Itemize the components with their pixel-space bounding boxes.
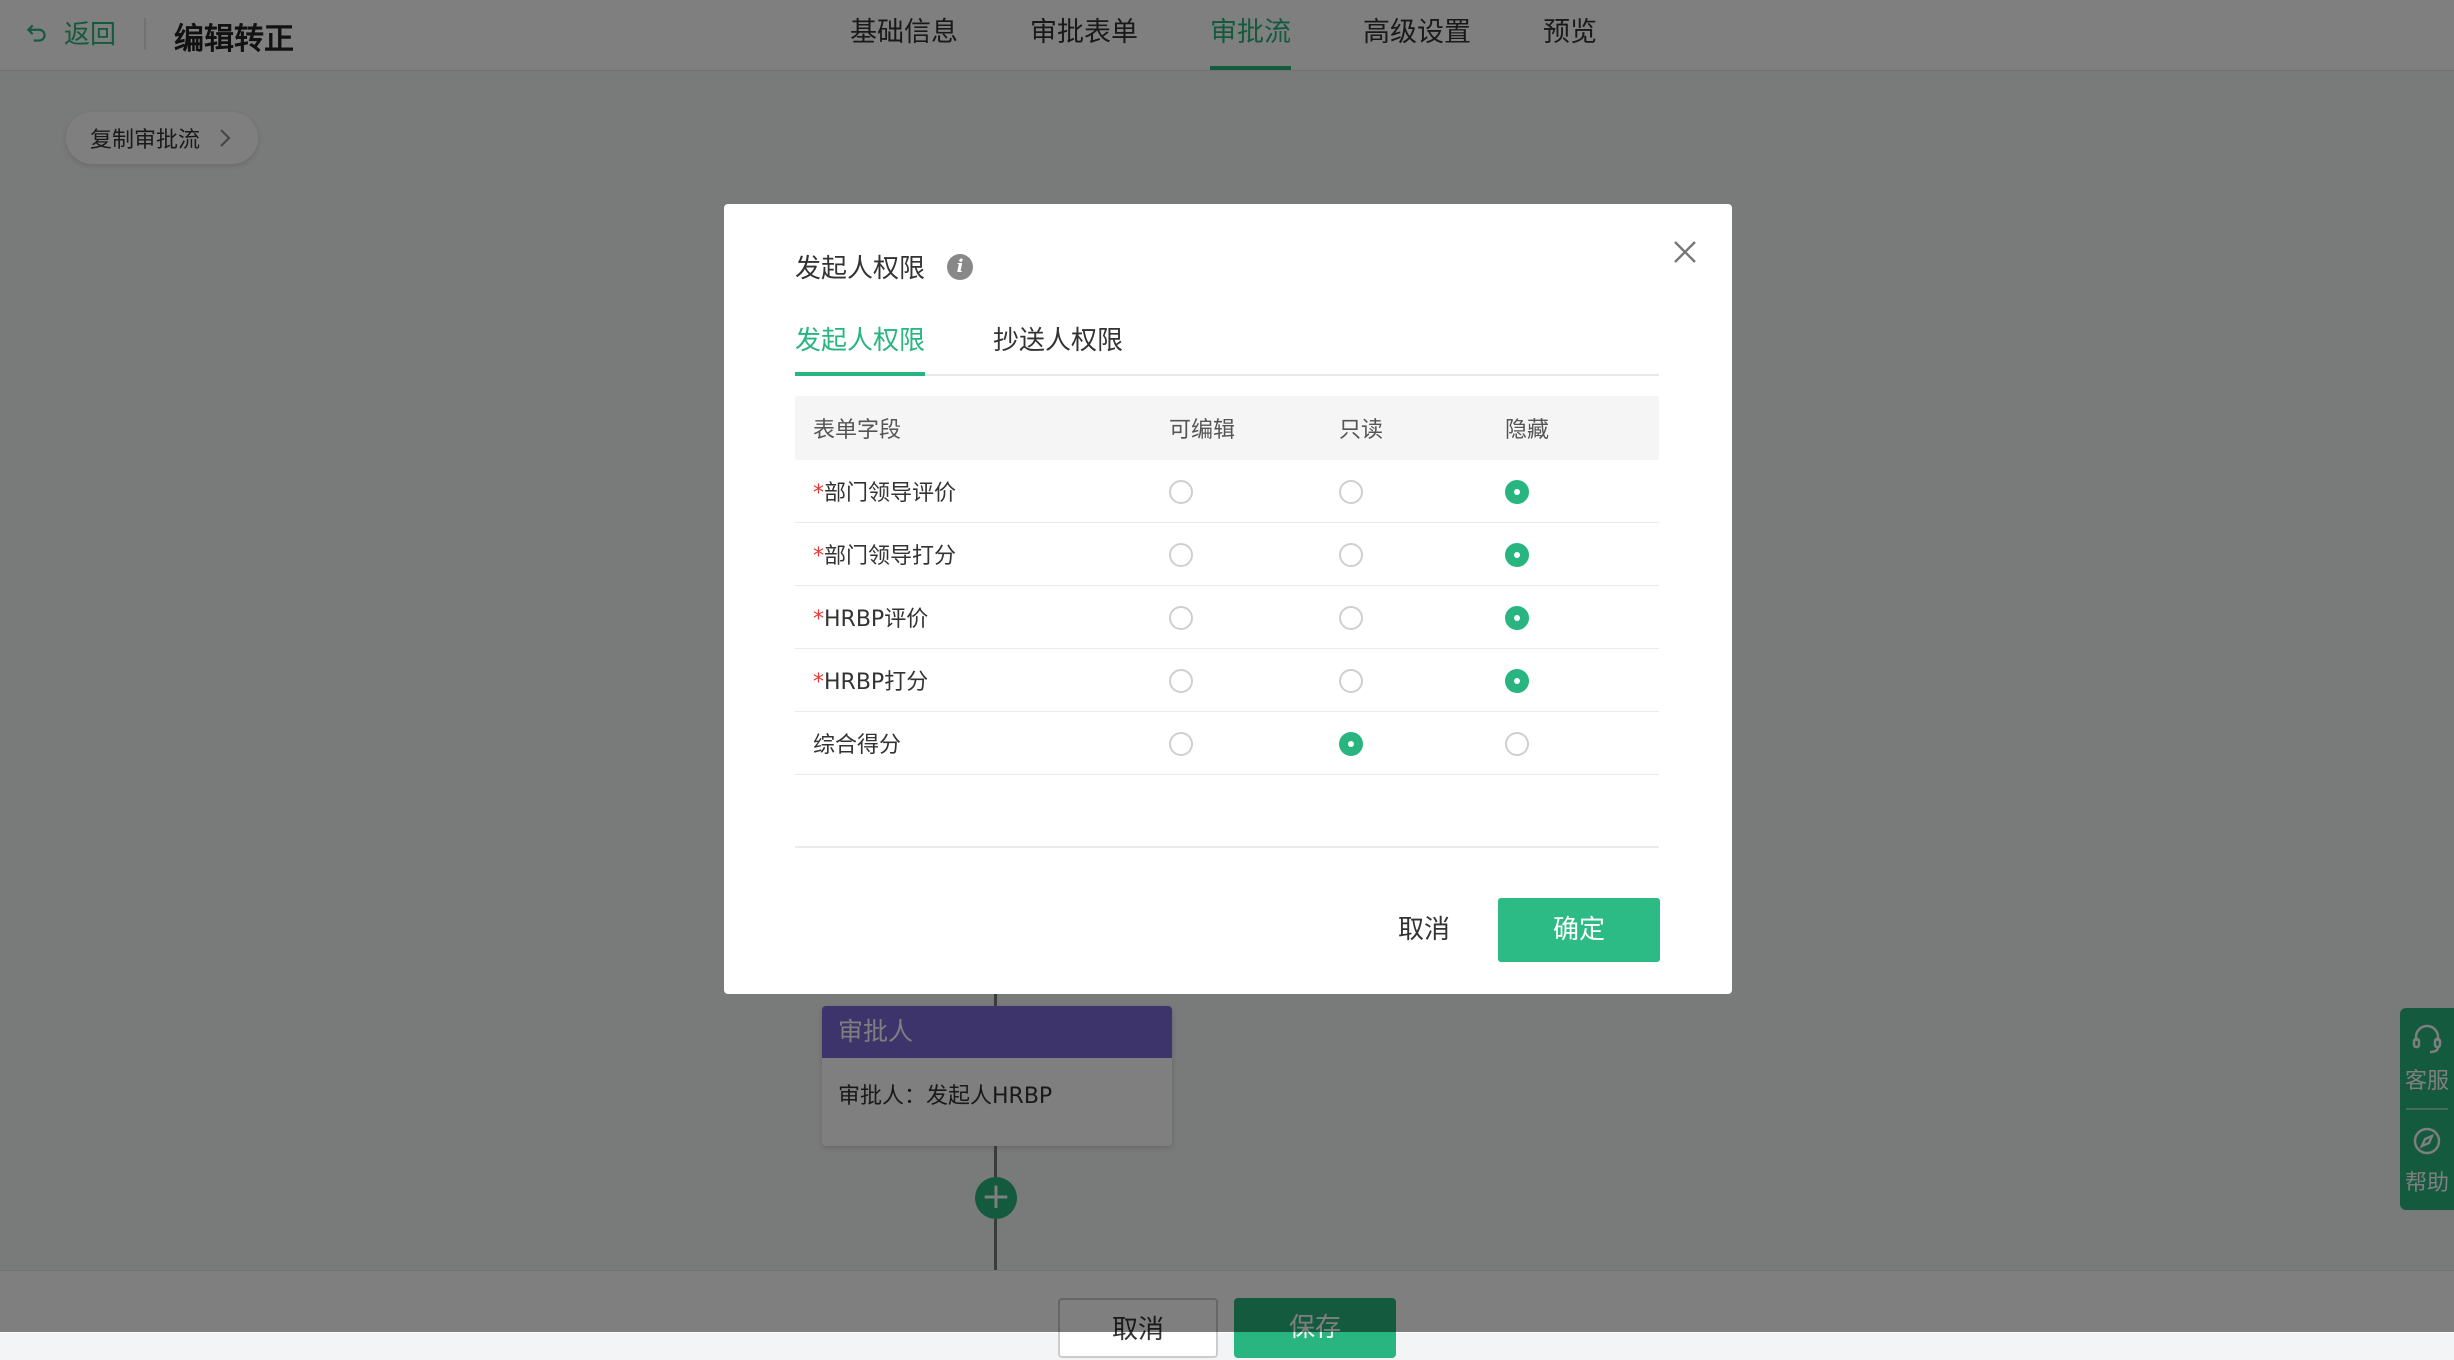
hidden-radio[interactable]	[1505, 542, 1529, 567]
header-field: 表单字段	[813, 418, 902, 443]
editable-radio[interactable]	[1169, 731, 1193, 756]
hidden-cell	[1493, 605, 1659, 630]
editable-cell	[1157, 542, 1327, 567]
table-row: *HRBP评价	[795, 586, 1659, 649]
dialog-confirm-button[interactable]: 确定	[1498, 898, 1660, 962]
field-label: 综合得分	[813, 733, 902, 758]
editable-radio[interactable]	[1169, 542, 1193, 567]
info-icon[interactable]: i	[947, 253, 974, 280]
editable-radio[interactable]	[1169, 605, 1193, 630]
hidden-cell	[1493, 542, 1659, 567]
hidden-radio[interactable]	[1505, 605, 1529, 630]
field-label: 部门领导评价	[824, 481, 957, 506]
dialog-tabs: 发起人权限 抄送人权限	[795, 314, 1659, 376]
dialog-title: 发起人权限 i	[795, 248, 974, 285]
hidden-cell	[1493, 731, 1659, 756]
readonly-radio[interactable]	[1339, 542, 1363, 567]
hidden-radio[interactable]	[1505, 668, 1529, 693]
hidden-radio[interactable]	[1505, 479, 1529, 504]
permission-table: 表单字段 可编辑 只读 隐藏 *部门领导评价 *部门领导打分 *HRBP评价 *HRB…	[795, 396, 1659, 775]
hidden-cell	[1493, 668, 1659, 693]
field-label: 部门领导打分	[824, 544, 957, 569]
dialog-cancel-button[interactable]: 取消	[1354, 898, 1494, 962]
field-label: HRBP打分	[824, 670, 929, 695]
editable-cell	[1157, 605, 1327, 630]
table-header: 表单字段 可编辑 只读 隐藏	[795, 396, 1659, 460]
field-name: *HRBP评价	[795, 601, 1157, 633]
permission-dialog: 发起人权限 i 发起人权限 抄送人权限 表单字段 可编辑 只读 隐藏 *部门领导…	[724, 204, 1732, 994]
table-row: *HRBP打分	[795, 649, 1659, 712]
field-name: *部门领导打分	[795, 538, 1157, 570]
editable-cell	[1157, 731, 1327, 756]
header-hidden: 隐藏	[1505, 418, 1550, 443]
readonly-radio[interactable]	[1339, 605, 1363, 630]
editable-cell	[1157, 479, 1327, 504]
readonly-radio[interactable]	[1339, 479, 1363, 504]
table-row: 综合得分	[795, 712, 1659, 775]
editable-radio[interactable]	[1169, 479, 1193, 504]
required-mark: *	[813, 670, 824, 695]
header-readonly: 只读	[1339, 418, 1384, 443]
readonly-cell	[1327, 668, 1493, 693]
readonly-cell	[1327, 542, 1493, 567]
table-row: *部门领导评价	[795, 460, 1659, 523]
table-row: *部门领导打分	[795, 523, 1659, 586]
table-bottom-divider	[795, 846, 1659, 848]
readonly-cell	[1327, 605, 1493, 630]
editable-radio[interactable]	[1169, 668, 1193, 693]
readonly-cell	[1327, 479, 1493, 504]
editable-cell	[1157, 668, 1327, 693]
hidden-radio[interactable]	[1505, 731, 1529, 756]
tab-cc-permission[interactable]: 抄送人权限	[993, 320, 1123, 374]
hidden-cell	[1493, 479, 1659, 504]
header-editable: 可编辑	[1169, 418, 1236, 443]
close-icon[interactable]	[1667, 234, 1703, 270]
required-mark: *	[813, 544, 824, 569]
readonly-radio[interactable]	[1339, 731, 1363, 756]
field-name: 综合得分	[795, 727, 1157, 759]
required-mark: *	[813, 481, 824, 506]
readonly-cell	[1327, 731, 1493, 756]
readonly-radio[interactable]	[1339, 668, 1363, 693]
table-body: *部门领导评价 *部门领导打分 *HRBP评价 *HRBP打分 综合得分	[795, 460, 1659, 775]
field-label: HRBP评价	[824, 607, 929, 632]
dialog-title-text: 发起人权限	[795, 254, 926, 284]
required-mark: *	[813, 607, 824, 632]
field-name: *HRBP打分	[795, 664, 1157, 696]
field-name: *部门领导评价	[795, 475, 1157, 507]
tab-initiator-permission[interactable]: 发起人权限	[795, 320, 926, 376]
